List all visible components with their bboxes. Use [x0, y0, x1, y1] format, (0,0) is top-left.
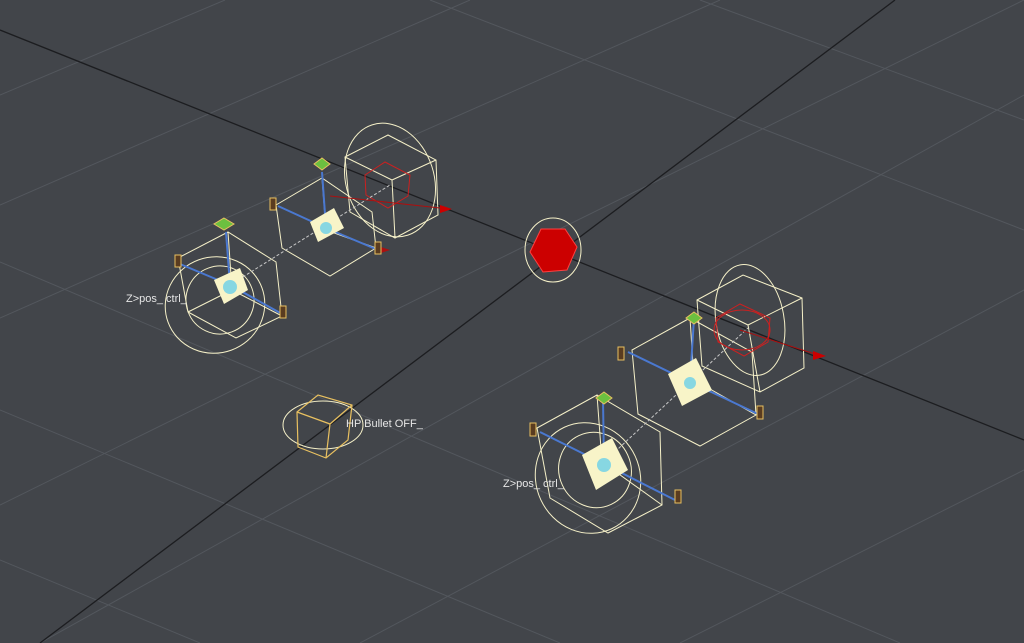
label-hp-bullet: HP Bullet OFF_ — [346, 418, 424, 430]
red-hexagon-null-icon[interactable] — [529, 228, 578, 273]
green-diamond-locator-icon[interactable] — [685, 311, 703, 325]
green-diamond-locator-icon[interactable] — [313, 157, 331, 171]
label-ctrl-left: Z>pos_ ctrl_ — [126, 293, 188, 305]
root-null[interactable] — [524, 217, 582, 283]
label-ctrl-right: Z>pos_ ctrl_ — [503, 478, 565, 490]
rig-right-handles[interactable] — [529, 311, 764, 504]
green-diamond-locator-icon[interactable] — [213, 217, 235, 231]
floor-grid — [0, 0, 1024, 643]
world-axes — [0, 0, 1024, 643]
rig-right[interactable] — [517, 259, 805, 551]
rig-left[interactable] — [152, 111, 450, 367]
3d-viewport[interactable]: Z>pos_ ctrl_ Z>pos_ ctrl_ HP Bullet OFF_ — [0, 0, 1024, 643]
